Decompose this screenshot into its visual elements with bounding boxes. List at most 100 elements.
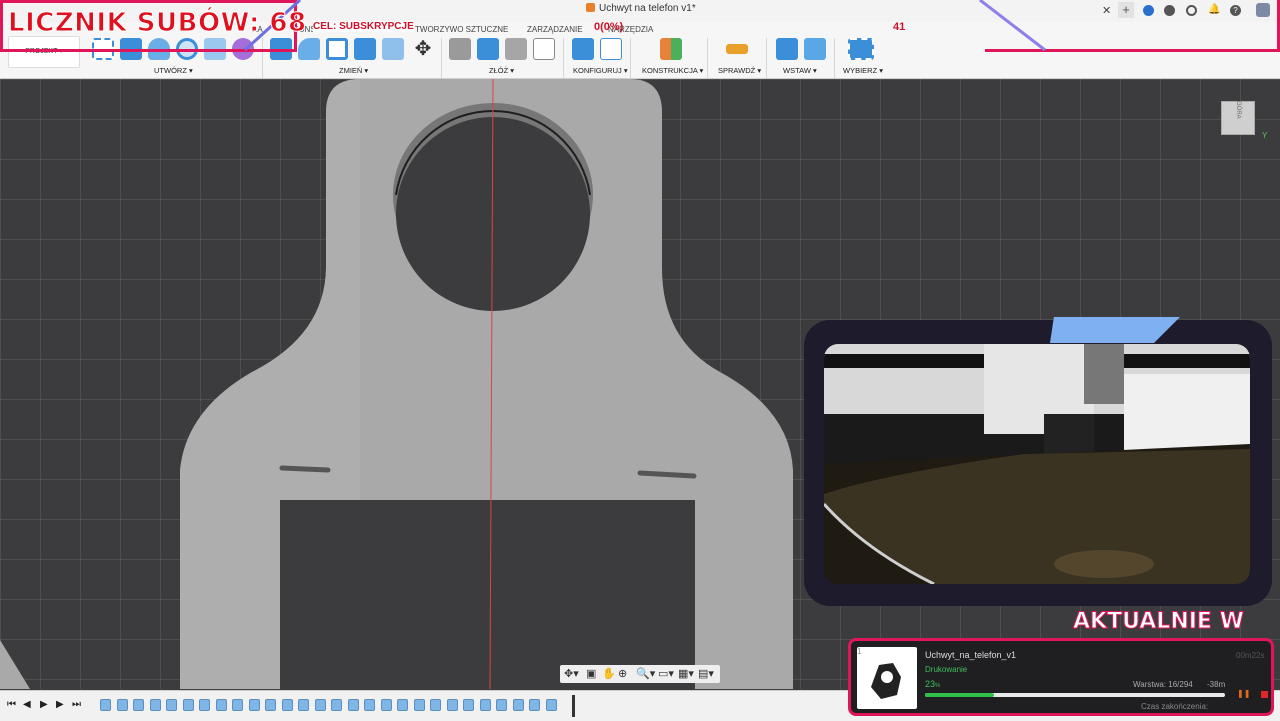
sub-goal-count: 41 — [893, 21, 906, 33]
timeline-feature[interactable] — [397, 699, 408, 711]
timeline-feature[interactable] — [248, 699, 260, 711]
sub-goal-progress: 0(0%) — [594, 21, 624, 33]
timeline-marker[interactable] — [572, 695, 575, 717]
group-wybierz[interactable]: WYBIERZ ▾ — [843, 66, 883, 75]
timeline-feature[interactable] — [149, 699, 161, 711]
print-progress-track — [925, 693, 1225, 697]
grid-settings-icon[interactable]: ▦▾ — [678, 667, 694, 680]
timeline-feature[interactable] — [413, 699, 425, 711]
timeline-feature[interactable] — [545, 699, 557, 711]
print-progress-fill — [925, 693, 994, 697]
play-icon[interactable]: ▶ — [40, 699, 48, 710]
insert-derive-icon[interactable] — [776, 38, 798, 60]
separator — [707, 38, 708, 78]
phone-cutout — [280, 500, 695, 689]
group-konstrukcja[interactable]: KONSTRUKCJA ▾ — [642, 66, 703, 75]
document-icon — [586, 3, 595, 12]
timeline-feature[interactable] — [446, 699, 458, 711]
timeline-feature[interactable] — [364, 699, 375, 711]
timeline-feature[interactable] — [463, 699, 474, 711]
move-icon[interactable]: ✥ — [412, 38, 434, 60]
pause-icon[interactable]: ❚❚ — [1237, 689, 1250, 698]
new-component-icon[interactable] — [449, 38, 471, 60]
print-percent: 23% — [925, 679, 941, 689]
slot-right — [637, 470, 697, 479]
timeline-feature[interactable] — [182, 699, 194, 711]
separator — [563, 38, 564, 78]
viewcube-y-axis: Y — [1262, 131, 1268, 140]
print-layer: Warstwa: 16/294 — [1133, 680, 1193, 689]
timeline-feature[interactable] — [380, 699, 392, 711]
timeline-feature[interactable] — [298, 699, 309, 711]
timeline-feature[interactable] — [265, 699, 276, 711]
timeline-feature[interactable] — [314, 699, 326, 711]
viewcube-face-label: GÓRA — [1235, 101, 1241, 119]
group-zmien[interactable]: ZMIEŃ ▾ — [339, 66, 368, 75]
timeline-feature[interactable] — [166, 699, 177, 711]
zoom-icon[interactable]: ⊕ — [618, 667, 627, 680]
shell-icon[interactable] — [326, 38, 348, 60]
pan-icon[interactable]: ✋ — [602, 667, 616, 680]
tab-tworzywo[interactable]: TWORZYWO SZTUCZNE — [415, 25, 508, 34]
timeline-feature[interactable] — [199, 699, 210, 711]
print-remaining: -38m — [1207, 680, 1226, 689]
viewcube[interactable]: GÓRA — [1221, 101, 1255, 135]
lower-left-shape — [0, 640, 30, 689]
timeline-feature[interactable] — [215, 699, 227, 711]
go-to-end-icon[interactable]: ⏭ — [72, 699, 81, 710]
timeline-feature[interactable] — [496, 699, 507, 711]
group-utworz[interactable]: UTWÓRZ ▾ — [154, 66, 193, 75]
document-tab[interactable]: Uchwyt na telefon v1* — [586, 3, 696, 14]
print-status: Drukowanie — [925, 665, 968, 674]
go-to-start-icon[interactable]: ⏮ — [7, 699, 16, 710]
display-settings-icon[interactable]: ▭▾ — [658, 667, 674, 680]
print-file-name: Uchwyt_na_telefon_v1 — [925, 650, 1017, 660]
timeline-feature[interactable] — [529, 699, 540, 711]
combine-icon[interactable] — [354, 38, 376, 60]
group-konfiguruj[interactable]: KONFIGURUJ ▾ — [573, 66, 628, 75]
configure-table-icon[interactable] — [600, 38, 622, 60]
joint-origin-icon[interactable] — [533, 38, 555, 60]
timeline-feature[interactable] — [100, 699, 111, 711]
sub-goal-label: CEL: SUBSKRYPCJE — [313, 21, 414, 32]
construction-plane-icon[interactable] — [660, 38, 682, 60]
timeline-feature[interactable] — [347, 699, 359, 711]
stop-icon[interactable] — [1261, 691, 1268, 698]
orbit-icon[interactable]: ✥▾ — [564, 667, 579, 680]
timeline-feature[interactable] — [281, 699, 293, 711]
viewports-icon[interactable]: ▤▾ — [698, 667, 714, 680]
print-status-panel: 1 Uchwyt_na_telefon_v1 00m22s Drukowanie… — [848, 638, 1274, 716]
split-icon[interactable] — [382, 38, 404, 60]
separator — [441, 38, 442, 78]
measure-icon[interactable] — [726, 44, 748, 54]
as-built-joint-icon[interactable] — [505, 38, 527, 60]
look-at-icon[interactable]: ▣ — [586, 667, 596, 680]
sub-counter: LICZNIK SUBÓW: 68 — [8, 8, 307, 39]
slot-left — [279, 465, 331, 473]
timeline-feature[interactable] — [116, 699, 128, 711]
group-sprawdz[interactable]: SPRAWDŹ ▾ — [718, 66, 761, 75]
now-label: AKTUALNIE W — [1073, 609, 1245, 635]
frame-slant-right — [979, 0, 1046, 52]
print-thumbnail — [857, 647, 917, 709]
joint-icon[interactable] — [477, 38, 499, 60]
timeline-feature[interactable] — [479, 699, 491, 711]
insert-image-icon[interactable] — [804, 38, 826, 60]
zoom-window-icon[interactable]: 🔍▾ — [636, 667, 655, 680]
select-icon[interactable] — [848, 38, 874, 60]
step-back-icon[interactable]: ◀ — [23, 699, 31, 710]
print-index: 1 — [857, 647, 862, 656]
print-elapsed: 00m22s — [1236, 651, 1265, 660]
step-forward-icon[interactable]: ▶ — [56, 699, 64, 710]
timeline-feature[interactable] — [331, 699, 342, 711]
tab-zarzadzanie[interactable]: ZARZĄDZANIE — [527, 25, 583, 34]
print-finish-label: Czas zakończenia: — [1141, 702, 1209, 711]
navigation-bar: ✥▾ ▣ ✋ ⊕ 🔍▾ ▭▾ ▦▾ ▤▾ — [560, 665, 720, 683]
timeline-feature[interactable] — [430, 699, 441, 711]
group-zloz[interactable]: ZŁÓŻ ▾ — [489, 66, 514, 75]
timeline-feature[interactable] — [232, 699, 243, 711]
timeline-feature[interactable] — [512, 699, 524, 711]
timeline-feature[interactable] — [133, 699, 144, 711]
group-wstaw[interactable]: WSTAW ▾ — [783, 66, 817, 75]
parameters-icon[interactable] — [572, 38, 594, 60]
